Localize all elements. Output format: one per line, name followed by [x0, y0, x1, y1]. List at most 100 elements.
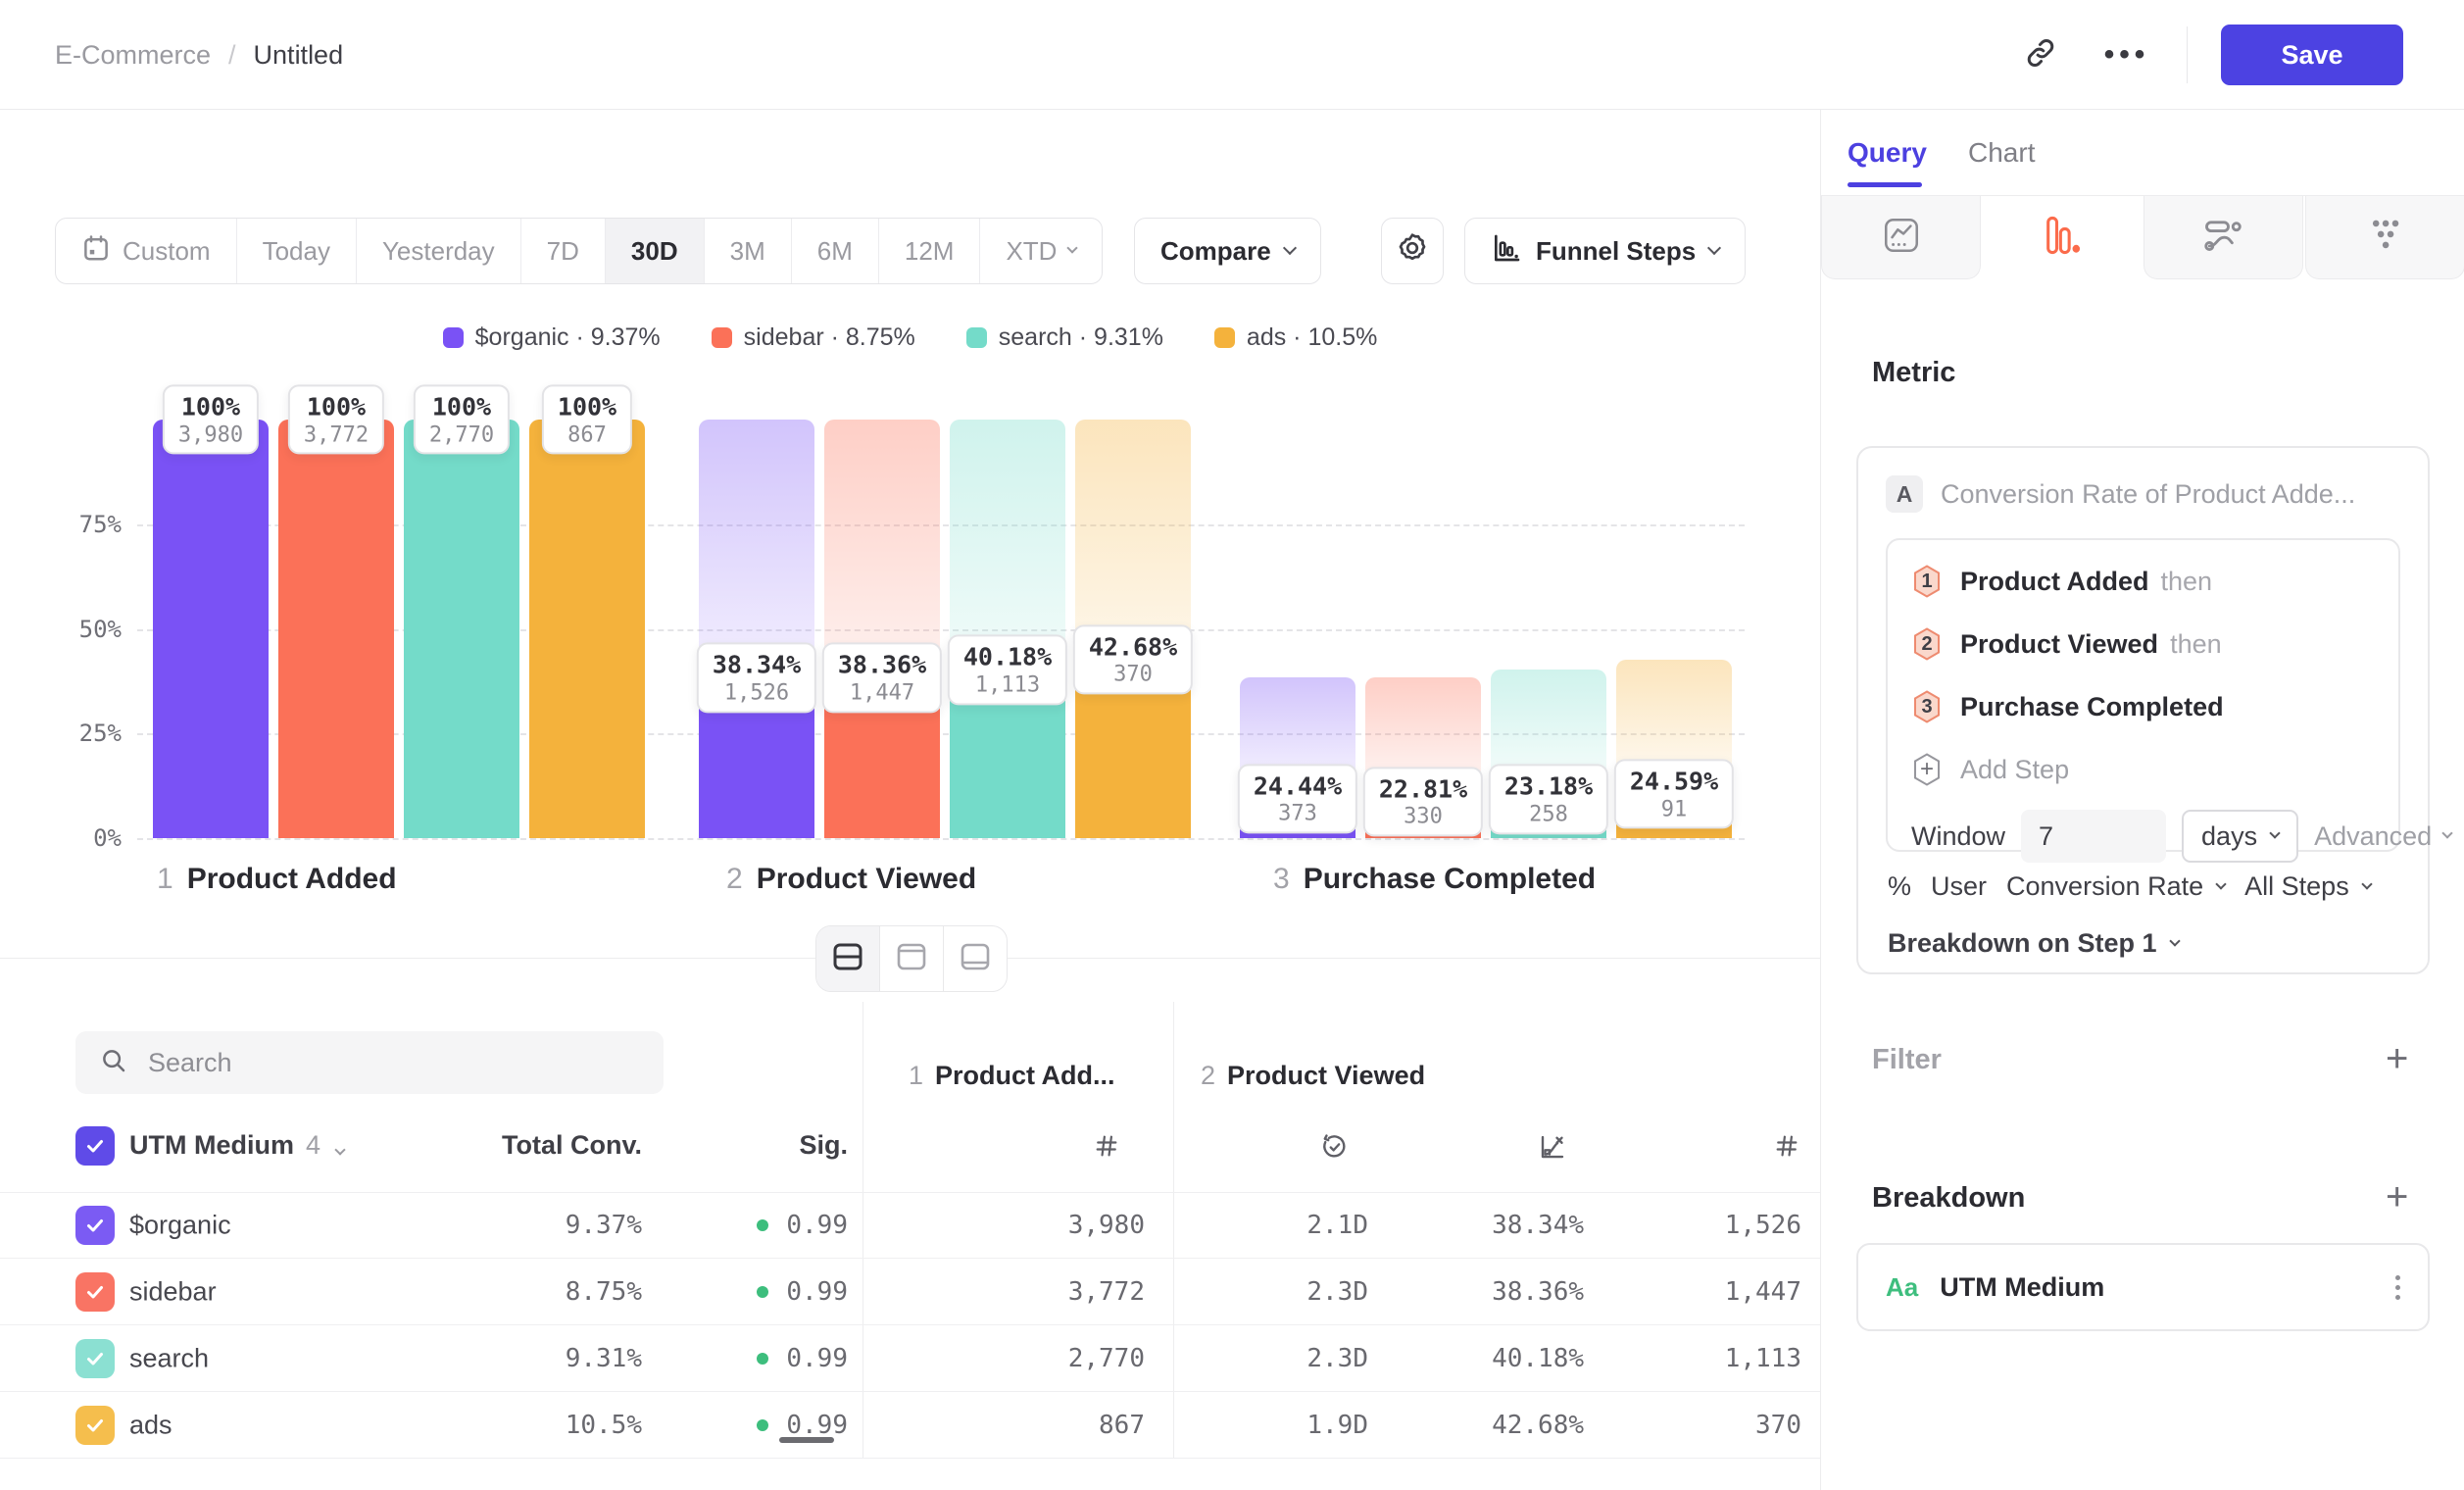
y-axis-tick-label: 75% [27, 511, 122, 538]
date-range-7d[interactable]: 7D [520, 219, 605, 283]
share-link-button[interactable] [2014, 28, 2067, 81]
chart-legend: $organic · 9.37% sidebar · 8.75% search · … [0, 323, 1820, 352]
funnel-bar[interactable] [529, 420, 645, 838]
insights-icon [1881, 215, 1922, 261]
select-all-checkbox[interactable] [75, 1126, 115, 1166]
row-checkbox[interactable] [75, 1339, 115, 1378]
query-funnel-step[interactable]: 3Purchase Completed [1911, 675, 2375, 738]
funnel-bar[interactable] [404, 420, 519, 838]
window-value-input[interactable] [2021, 810, 2166, 863]
bar-value-label: 100%2,770 [414, 384, 510, 454]
row-checkbox[interactable] [75, 1206, 115, 1245]
date-range-12m[interactable]: 12M [878, 219, 980, 283]
legend-label: sidebar · 8.75% [744, 323, 915, 352]
legend-item[interactable]: $organic · 9.37% [443, 323, 661, 352]
legend-item[interactable]: sidebar · 8.75% [712, 323, 915, 352]
tab-chart[interactable]: Chart [1968, 137, 2035, 169]
table-search [75, 1031, 664, 1094]
bar-user-count: 867 [558, 422, 616, 449]
date-range-yesterday[interactable]: Yesterday [356, 219, 520, 283]
breadcrumb-project[interactable]: E-Commerce [55, 40, 211, 71]
bar-user-count: 370 [1089, 663, 1177, 689]
tab-query[interactable]: Query [1848, 137, 1927, 169]
funnels-report-tab[interactable] [1983, 196, 2141, 279]
funnel-bar[interactable] [278, 420, 394, 838]
conversion-rate-metric-icon[interactable] [1538, 1132, 1567, 1167]
date-range-6m[interactable]: 6M [791, 219, 878, 283]
legend-item[interactable]: ads · 10.5% [1214, 323, 1377, 352]
table-row[interactable]: sidebar8.75%0.993,7722.3D38.36%1,447 [0, 1259, 1820, 1325]
measure-metric-select[interactable]: Conversion Rate [2006, 871, 2225, 902]
query-funnel-step[interactable]: 1Product Addedthen [1911, 550, 2375, 613]
split-view-button[interactable] [816, 926, 879, 991]
chevron-down-icon [2269, 827, 2280, 838]
metric-title-row[interactable]: A Conversion Rate of Product Adde... [1886, 475, 2355, 513]
step-number: 2 [726, 863, 743, 895]
add-step-hexagon-icon: + [1911, 752, 1943, 787]
gear-icon [1396, 231, 1429, 272]
sig-column-header[interactable]: Sig. [701, 1130, 848, 1161]
bar-conversion-percent: 23.18% [1504, 772, 1593, 803]
bar-value-label: 100%3,980 [163, 384, 259, 454]
horizontal-scrollbar-thumb[interactable] [779, 1437, 834, 1443]
bar-conversion-percent: 38.36% [838, 651, 926, 681]
add-filter-button[interactable]: + [2386, 1039, 2408, 1078]
row-checkbox[interactable] [75, 1272, 115, 1312]
filter-section-heading: Filter [1872, 1044, 1942, 1076]
compare-button[interactable]: Compare [1134, 218, 1321, 284]
breakdown-on-step-select[interactable]: Breakdown on Step 1 [1888, 928, 2179, 959]
date-range-3m[interactable]: 3M [704, 219, 791, 283]
chart-type-button[interactable]: Funnel Steps [1464, 218, 1746, 284]
table-row[interactable]: $organic9.37%0.993,9802.1D38.34%1,526 [0, 1192, 1820, 1259]
count-metric-icon[interactable] [1093, 1132, 1120, 1165]
funnel-steps-card: 1Product Addedthen2Product Viewedthen3Pu… [1886, 538, 2400, 852]
chart-settings-button[interactable] [1381, 218, 1444, 284]
retention-report-tab[interactable] [2305, 196, 2464, 279]
table-row[interactable]: ads10.5%0.998671.9D42.68%370 [0, 1392, 1820, 1459]
date-range-today[interactable]: Today [236, 219, 356, 283]
count-metric-icon[interactable] [1773, 1132, 1800, 1165]
legend-item[interactable]: search · 9.31% [966, 323, 1163, 352]
more-menu-button[interactable]: ••• [2100, 28, 2153, 81]
flows-report-tab[interactable] [2144, 196, 2303, 279]
advanced-toggle[interactable]: Advanced [2314, 821, 2451, 852]
table-row[interactable]: search9.31%0.992,7702.3D40.18%1,113 [0, 1325, 1820, 1392]
chart-only-view-button[interactable] [879, 926, 943, 991]
funnel-bar[interactable] [950, 420, 1065, 838]
funnel-bar[interactable] [699, 420, 814, 838]
save-button[interactable]: Save [2221, 25, 2403, 85]
bar-value-label: 38.34%1,526 [697, 643, 816, 713]
breakdown-section-heading: Breakdown [1872, 1182, 2025, 1215]
funnel-step-axis-labels: 1Product Added2Product Viewed3Purchase C… [137, 863, 1749, 908]
funnel-bar[interactable] [153, 420, 269, 838]
measure-scope-select[interactable]: All Steps [2244, 871, 2371, 902]
breadcrumb: E-Commerce / Untitled [55, 0, 343, 110]
step2-name: Product Viewed [1227, 1061, 1425, 1090]
date-range-xtd[interactable]: XTD [979, 219, 1102, 283]
funnel-bar[interactable] [824, 420, 940, 838]
avg-time-metric-icon[interactable] [1320, 1132, 1350, 1167]
window-unit-select[interactable]: days [2182, 810, 2298, 863]
date-range-label: XTD [1006, 236, 1057, 267]
date-range-30d[interactable]: 30D [605, 219, 704, 283]
add-step-row[interactable]: + Add Step [1911, 738, 2375, 801]
query-funnel-step[interactable]: 2Product Viewedthen [1911, 613, 2375, 675]
metric-title: Conversion Rate of Product Adde... [1941, 479, 2355, 510]
row-significance: 0.99 [593, 1277, 848, 1307]
date-range-label: 30D [631, 236, 678, 267]
row-checkbox[interactable] [75, 1406, 115, 1445]
more-options-icon[interactable] [2395, 1275, 2400, 1300]
breadcrumb-report-title[interactable]: Untitled [254, 40, 344, 71]
breakdown-property-card[interactable]: Aa UTM Medium [1856, 1243, 2430, 1331]
metric-section-heading: Metric [1872, 357, 1955, 389]
search-input[interactable] [148, 1048, 618, 1078]
add-breakdown-button[interactable]: + [2386, 1177, 2408, 1217]
measure-entity[interactable]: User [1931, 871, 1987, 902]
insights-report-tab[interactable] [1821, 196, 1981, 279]
table-only-view-button[interactable] [943, 926, 1007, 991]
date-range-custom[interactable]: Custom [56, 219, 236, 283]
group-by-label[interactable]: UTM Medium4 [129, 1130, 344, 1161]
bar-user-count: 1,113 [963, 672, 1052, 699]
total-conv-column-header[interactable]: Total Conv. [446, 1130, 642, 1161]
legend-swatch [712, 327, 732, 348]
